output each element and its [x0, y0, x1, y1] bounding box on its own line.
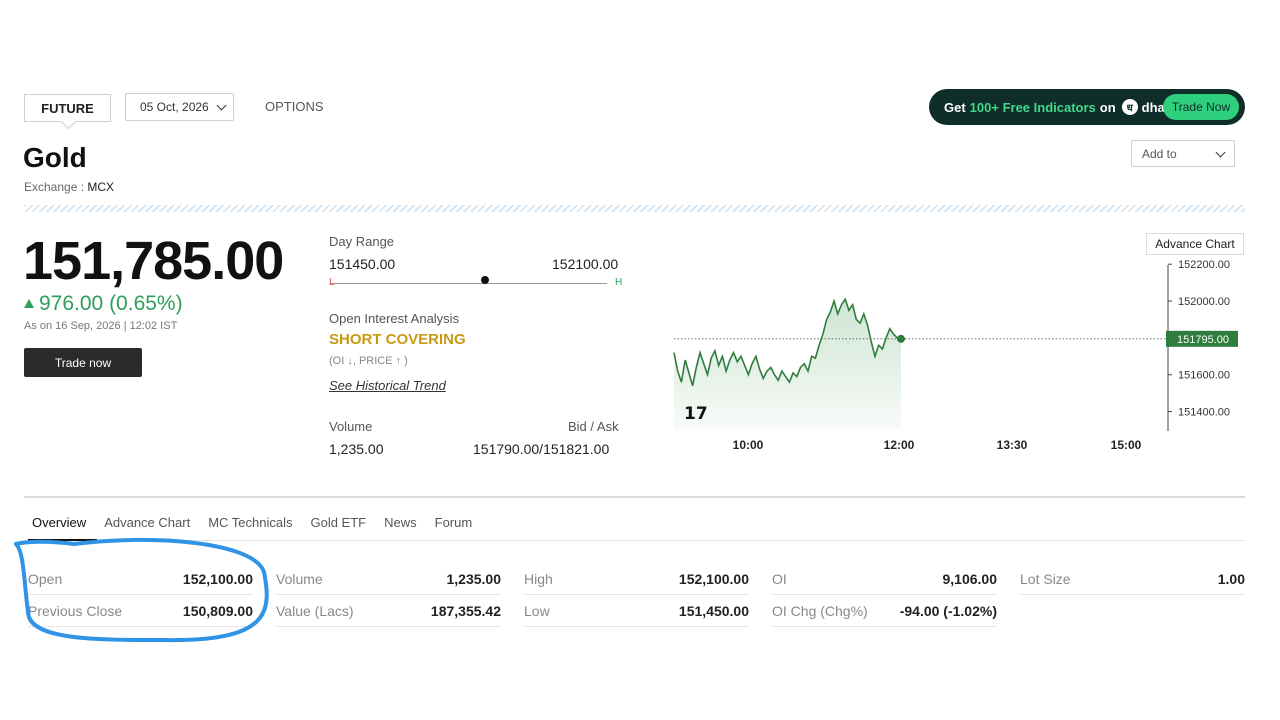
- stat-label: Volume: [276, 570, 323, 587]
- exchange-value: MCX: [87, 180, 115, 194]
- tab-forum[interactable]: Forum: [435, 515, 473, 530]
- add-to-label: Add to: [1142, 146, 1177, 161]
- x-tick-label: 10:00: [733, 438, 764, 452]
- current-price-tag-label: 151795.00: [1177, 334, 1229, 346]
- expiry-select[interactable]: 05 Oct, 2026: [125, 93, 234, 121]
- bid-ask-value: 151790.00/151821.00: [473, 441, 610, 457]
- oi-subtext: (OI ↓, PRICE ↑ ): [329, 355, 408, 367]
- range-high-marker: H: [615, 277, 623, 288]
- section-divider: [24, 496, 1245, 498]
- intraday-chart[interactable]: 17 152200.00 152000.00 151600.00 151400.00 15…: [660, 255, 1260, 465]
- y-tick-label: 151600.00: [1178, 370, 1230, 382]
- oi-analysis-label: Open Interest Analysis: [329, 311, 460, 326]
- tab-gold-etf[interactable]: Gold ETF: [310, 515, 366, 530]
- stat-label: Value (Lacs): [276, 602, 354, 619]
- highlight-circle-annotation: [14, 537, 269, 643]
- dhan-banner[interactable]: Get 100+ Free Indicators on ध dhan Trade…: [929, 89, 1245, 125]
- chevron-down-icon: [1215, 147, 1226, 158]
- banner-trade-now-button[interactable]: Trade Now: [1163, 94, 1239, 120]
- exchange-label: Exchange :: [24, 180, 85, 194]
- stat-label: High: [524, 570, 553, 587]
- stat-value: 9,106.00: [942, 570, 998, 587]
- stat-oi-chg-chg-: OI Chg (Chg%) -94.00 (-1.02%): [772, 595, 997, 627]
- stat-value: 152,100.00: [678, 570, 749, 587]
- day-range-bar: [330, 283, 607, 284]
- section-tabs: Overview Advance Chart MC Technicals Gold E…: [32, 515, 490, 530]
- stat-value: 151,450.00: [678, 602, 749, 619]
- day-range-high: 152100.00: [552, 256, 619, 272]
- chart-area: [674, 299, 901, 430]
- add-to-select[interactable]: Add to: [1131, 140, 1235, 167]
- stat-label: OI: [772, 570, 787, 587]
- volume-label: Volume: [329, 419, 373, 434]
- advance-chart-button[interactable]: Advance Chart: [1146, 233, 1244, 255]
- stat-value: 187,355.42: [430, 602, 501, 619]
- price-change-value: 976.00 (0.65%): [39, 292, 183, 315]
- tab-future-label: FUTURE: [41, 100, 94, 116]
- y-tick-label: 152000.00: [1178, 296, 1230, 308]
- stat-label: Low: [524, 602, 550, 619]
- banner-on: on: [1099, 99, 1116, 115]
- volume-value: 1,235.00: [329, 441, 384, 457]
- x-tick-label: 13:30: [997, 438, 1028, 452]
- exchange-info: Exchange : MCX: [24, 180, 114, 194]
- stat-value: 1,235.00: [446, 570, 502, 587]
- expiry-value: 05 Oct, 2026: [140, 100, 209, 114]
- stat-volume: Volume 1,235.00: [276, 563, 501, 595]
- stat-label: OI Chg (Chg%): [772, 602, 868, 619]
- day-range-low: 151450.00: [329, 256, 396, 272]
- stat-high: High 152,100.00: [524, 563, 749, 595]
- last-price-dot: [897, 334, 905, 343]
- stat-lot-size: Lot Size 1.00: [1020, 563, 1245, 595]
- tab-overview[interactable]: Overview: [32, 515, 86, 530]
- banner-highlight: 100+ Free Indicators: [969, 99, 1096, 115]
- price-change: 976.00 (0.65%): [24, 292, 183, 316]
- bid-ask-label: Bid / Ask: [568, 419, 619, 434]
- stat-value: -94.00 (-1.02%): [899, 602, 997, 619]
- tab-future[interactable]: FUTURE: [24, 94, 111, 122]
- stat-oi: OI 9,106.00: [772, 563, 997, 595]
- up-arrow-icon: [24, 299, 34, 308]
- tab-options[interactable]: OPTIONS: [265, 99, 324, 114]
- tradingview-logo-icon: 17: [684, 404, 708, 424]
- y-tick-label: 152200.00: [1178, 259, 1230, 271]
- day-range-label: Day Range: [329, 234, 395, 249]
- stat-low: Low 151,450.00: [524, 595, 749, 627]
- banner-prefix: Get: [944, 99, 966, 115]
- tab-mc-technicals[interactable]: MC Technicals: [208, 515, 292, 530]
- y-tick-label: 151400.00: [1178, 407, 1230, 419]
- trade-now-button[interactable]: Trade now: [24, 348, 142, 377]
- timestamp: As on 16 Sep, 2026 | 12:02 IST: [24, 320, 178, 332]
- x-tick-label: 15:00: [1111, 438, 1142, 452]
- range-low-marker: L: [329, 277, 335, 288]
- stat-value: 1.00: [1217, 570, 1245, 587]
- chevron-down-icon: [216, 100, 227, 111]
- oi-status: SHORT COVERING: [329, 331, 466, 348]
- stat-label: Lot Size: [1020, 570, 1071, 587]
- x-tick-label: 12:00: [884, 438, 915, 452]
- tab-advance-chart[interactable]: Advance Chart: [104, 515, 190, 530]
- page-title: Gold: [23, 142, 87, 173]
- last-price: 151,785.00: [23, 231, 284, 291]
- dhan-logo-icon: ध: [1121, 99, 1138, 115]
- tab-news[interactable]: News: [384, 515, 417, 530]
- historical-trend-link[interactable]: See Historical Trend: [329, 378, 446, 393]
- divider-stripe: [24, 205, 1245, 212]
- stat-value-lacs-: Value (Lacs) 187,355.42: [276, 595, 501, 627]
